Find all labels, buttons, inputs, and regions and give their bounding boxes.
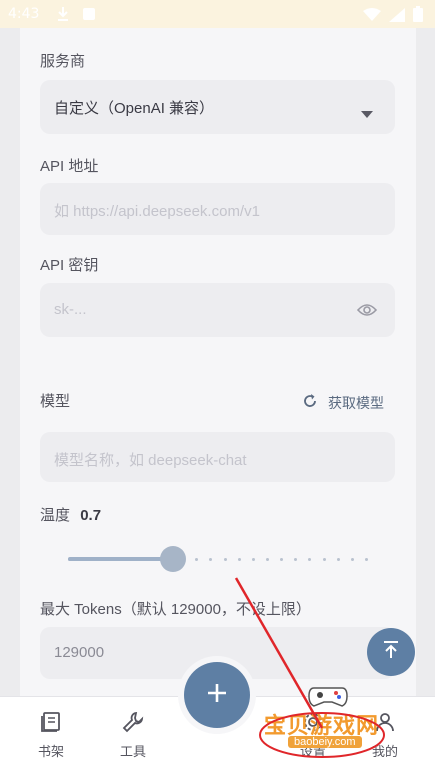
fetch-models-label: 获取模型 (328, 395, 384, 411)
api-key-label: API 密钥 (40, 257, 99, 274)
api-key-input[interactable]: sk-... (40, 283, 395, 337)
slider-thumb[interactable] (160, 546, 186, 572)
slider-fill (68, 557, 173, 561)
model-input[interactable]: 模型名称，如 deepseek-chat (40, 432, 395, 482)
watermark-url: baobeiy.com (288, 736, 362, 748)
model-label: 模型 (40, 393, 71, 410)
wifi-icon (363, 7, 381, 26)
gamepad-icon (308, 687, 348, 707)
temperature-label: 温度 0.7 (40, 504, 101, 525)
api-url-input[interactable]: 如 https://api.deepseek.com/v1 (40, 183, 395, 235)
model-placeholder: 模型名称，如 deepseek-chat (54, 452, 247, 469)
nav-item-tools[interactable]: 工具 (108, 711, 158, 760)
fetch-models-button[interactable]: 获取模型 (302, 393, 384, 413)
wrench-icon (122, 711, 144, 737)
provider-select[interactable]: 自定义（OpenAI 兼容） (40, 80, 395, 134)
eye-icon[interactable] (356, 302, 378, 321)
temperature-label-text: 温度 (40, 507, 71, 524)
scroll-to-top-button[interactable] (367, 628, 415, 676)
app-notification-icon (82, 6, 96, 25)
nav-label-bookshelf: 书架 (37, 744, 64, 759)
status-time: 4:43 (8, 6, 40, 22)
plus-icon (206, 682, 228, 708)
api-url-label: API 地址 (40, 158, 99, 175)
max-tokens-label: 最大 Tokens（默认 129000，不设上限） (40, 601, 311, 618)
watermark-logo: 宝贝游戏网 baobeiy.com (258, 680, 408, 760)
battery-icon (413, 6, 423, 26)
api-key-placeholder: sk-... (54, 301, 87, 318)
download-icon (56, 6, 70, 26)
provider-value: 自定义（OpenAI 兼容） (54, 100, 215, 117)
api-url-placeholder: 如 https://api.deepseek.com/v1 (54, 203, 260, 220)
max-tokens-value: 129000 (54, 644, 105, 661)
nav-item-bookshelf[interactable]: 书架 (26, 711, 76, 760)
book-icon (40, 712, 62, 737)
refresh-icon (302, 393, 318, 413)
provider-label: 服务商 (40, 53, 86, 70)
arrow-up-icon (383, 641, 399, 663)
temperature-value: 0.7 (80, 507, 102, 524)
dropdown-arrow-icon (361, 103, 373, 122)
temperature-slider[interactable] (68, 546, 368, 572)
status-bar: 4:43 (0, 0, 435, 28)
add-button[interactable] (184, 662, 250, 728)
signal-icon (389, 7, 405, 26)
nav-label-tools: 工具 (119, 744, 146, 759)
